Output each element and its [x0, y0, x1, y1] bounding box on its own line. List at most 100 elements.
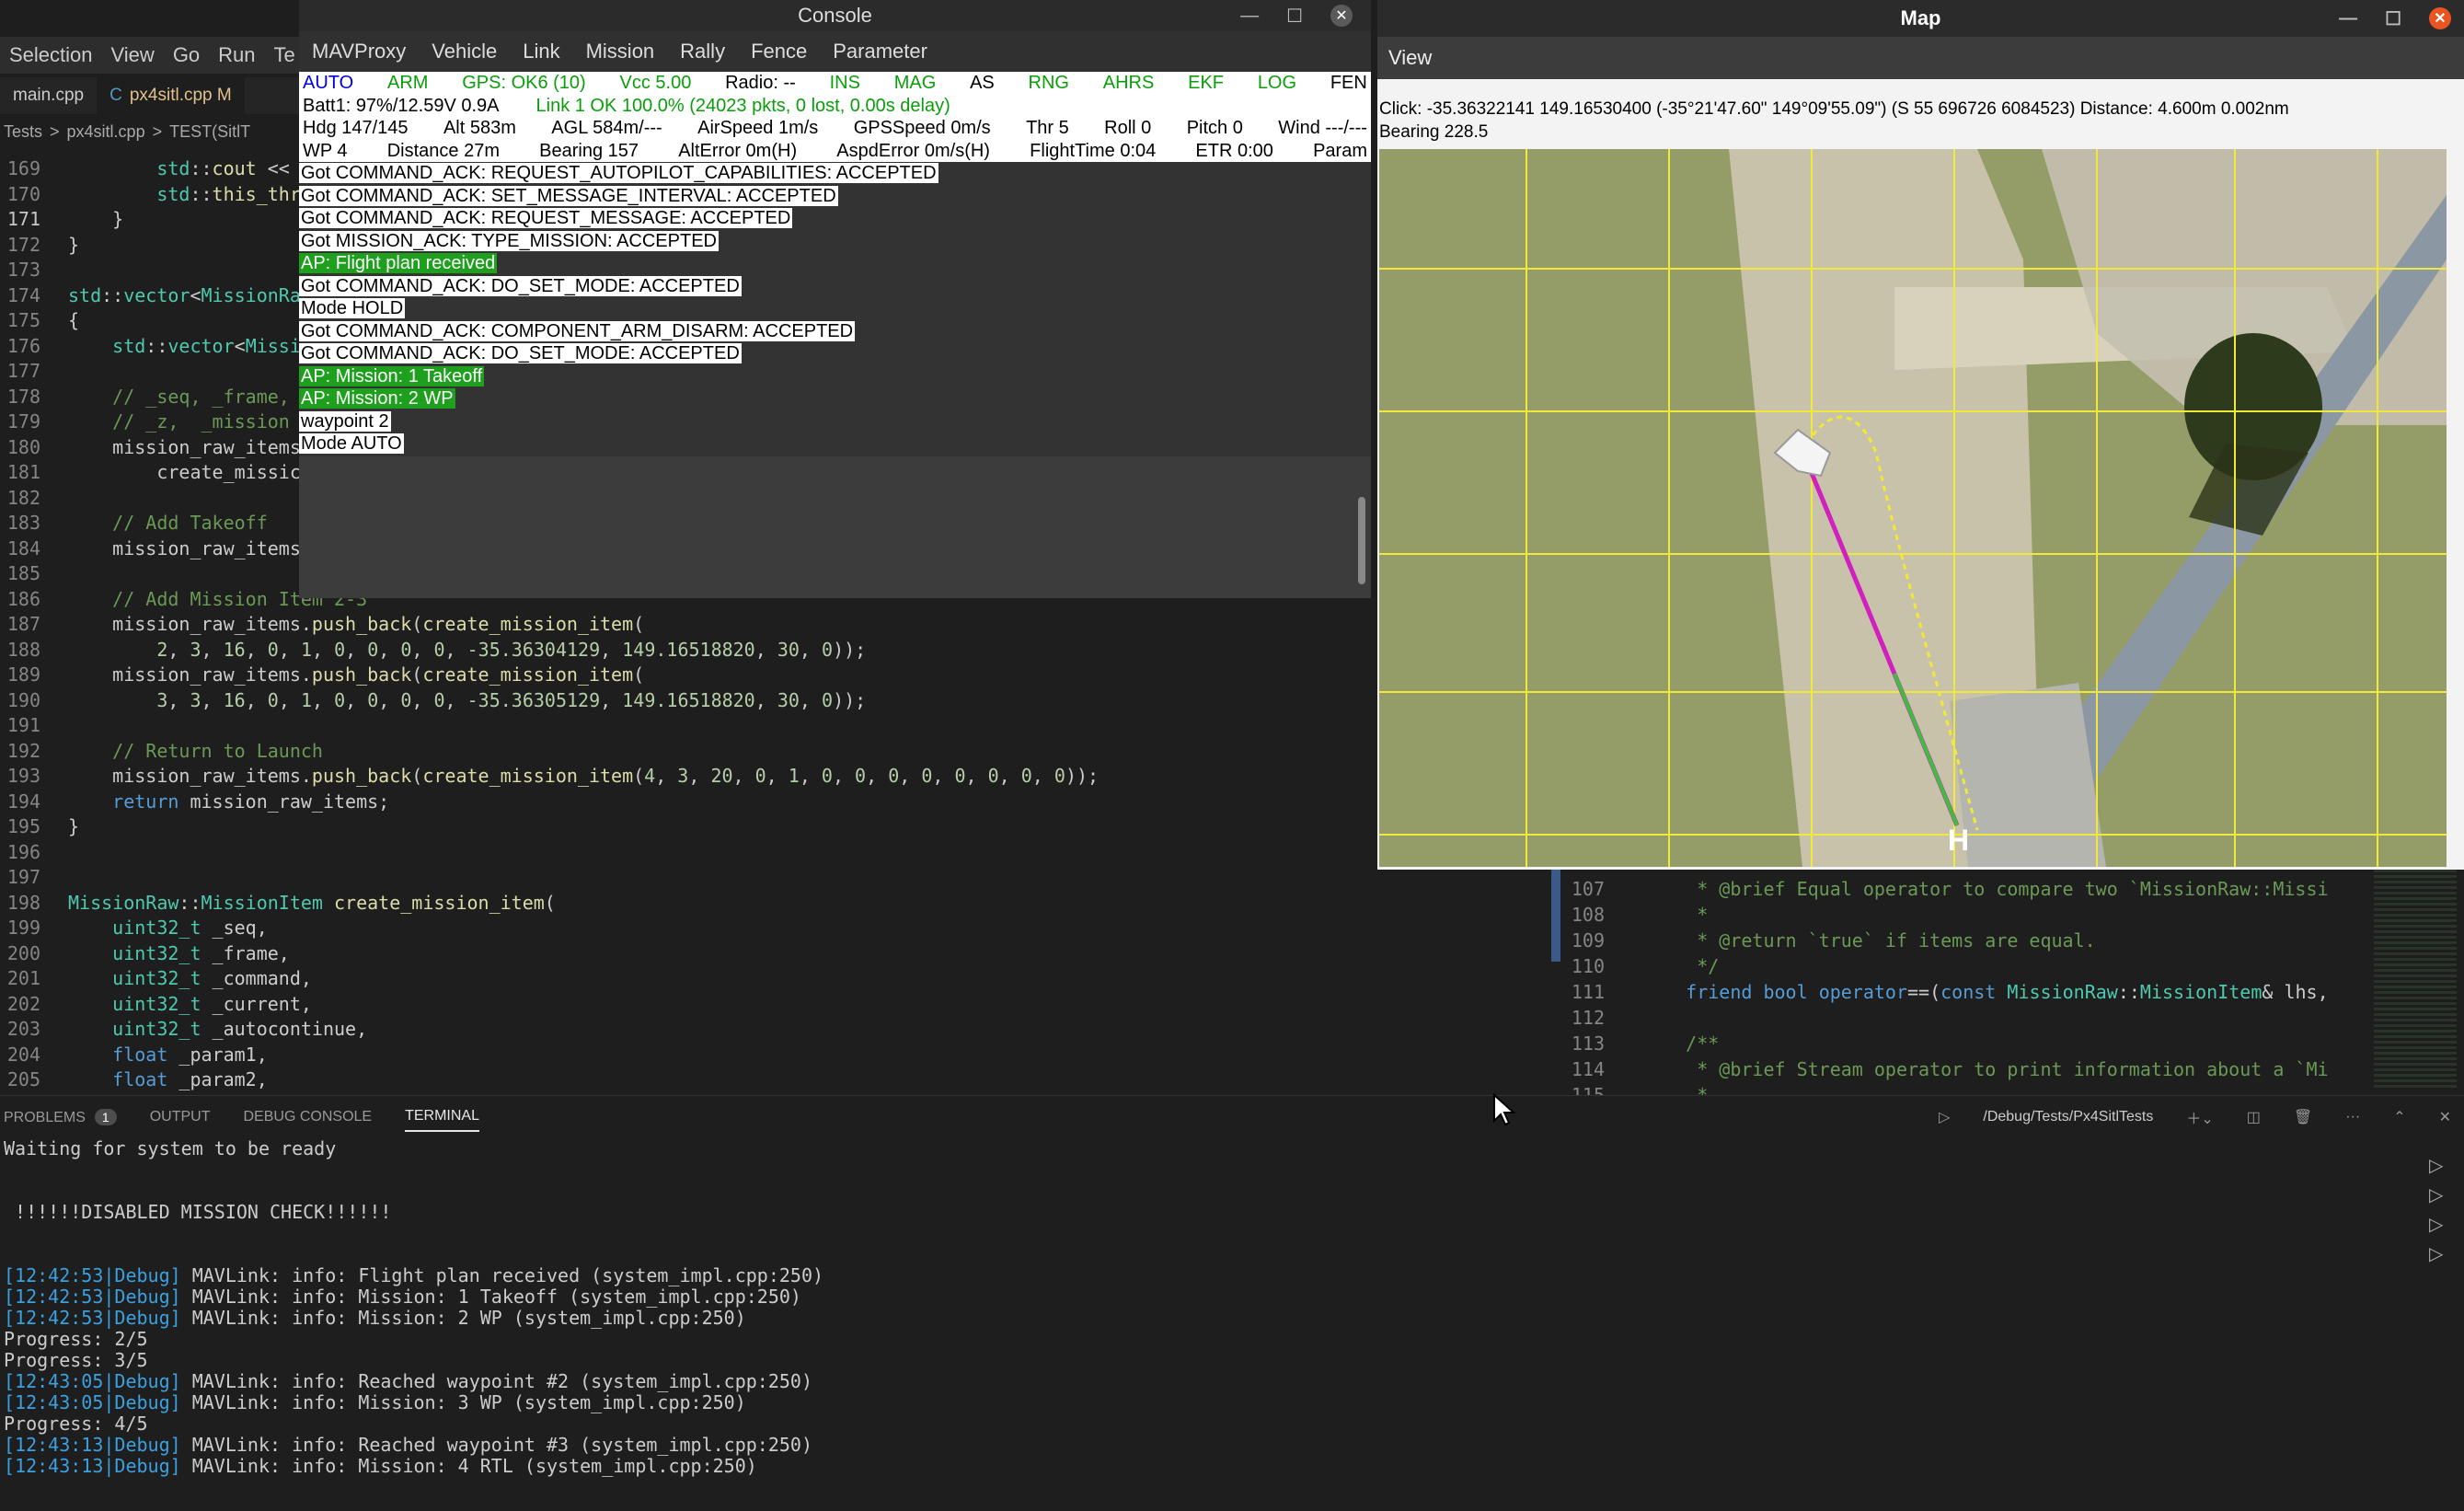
message-text: AP: Flight plan received [299, 253, 498, 273]
map-menu-view[interactable]: View [1377, 37, 2464, 79]
menu-item[interactable]: View [102, 43, 164, 67]
message-text: Got COMMAND_ACK: REQUEST_MESSAGE: ACCEPT… [299, 208, 793, 228]
menu-item[interactable]: Run [209, 43, 264, 67]
status-field: Alt 583m [443, 118, 516, 138]
breadcrumb-item[interactable]: Tests [4, 122, 42, 142]
close-icon[interactable]: ✕ [1330, 5, 1353, 27]
tab-px4sitl-cpp[interactable]: Cpx4sitl.cpp M [97, 77, 245, 114]
minimize-icon[interactable]: — [2339, 8, 2357, 29]
minimize-icon[interactable]: — [1240, 6, 1259, 27]
line-number: 187 [6, 613, 40, 635]
line-number: 177 [6, 360, 40, 382]
satellite-map[interactable]: H [1379, 149, 2447, 867]
editor-scrollbar[interactable] [1551, 870, 1560, 962]
line-text: create_missic [68, 461, 301, 483]
maximize-icon[interactable]: ☐ [2385, 7, 2401, 30]
line-text: float _param2, [112, 1068, 268, 1090]
terminal-line: [12:43:05|Debug] MAVLink: info: Reached … [4, 1371, 2464, 1392]
menu-item[interactable]: Go [164, 43, 209, 67]
log-text: MAVLink: info: Flight plan received (sys… [180, 1264, 824, 1286]
terminal-line: [12:43:05|Debug] MAVLink: info: Mission:… [4, 1392, 2464, 1413]
line-text: // Add Takeoff [68, 512, 268, 534]
line-text: friend bool operator==(const MissionRaw:… [1686, 981, 2329, 1003]
code-line: 198 MissionRaw::MissionItem create_missio… [0, 891, 1564, 917]
console-menu-item[interactable]: Mission [573, 40, 668, 63]
line-text: /** [1641, 1032, 1720, 1055]
log-text: MAVLink: info: Mission: 3 WP (system_imp… [180, 1391, 746, 1413]
line-text: std::vector<MissionRa [68, 283, 301, 306]
message-text: Got COMMAND_ACK: COMPONENT_ARM_DISARM: A… [299, 320, 856, 341]
status-indicator: AHRS [1102, 73, 1155, 93]
status-field: Roll 0 [1104, 118, 1152, 138]
tab-main-cpp[interactable]: main.cpp [0, 77, 97, 114]
line-number: 184 [6, 536, 40, 559]
map-titlebar: Map — ☐ ✕ [1377, 0, 2464, 37]
tab-output[interactable]: OUTPUT [150, 1109, 211, 1125]
line-number: 200 [6, 941, 40, 964]
home-marker: H [1948, 824, 1969, 857]
line-text: 3, 3, 16, 0, 1, 0, 0, 0, 0, -35.36305129… [156, 688, 867, 711]
console-title: Console [798, 4, 872, 27]
chevron-up-icon[interactable]: ⌃ [2393, 1108, 2405, 1126]
line-number: 185 [6, 562, 40, 584]
terminal-list: ▷ ▷ ▷ ▷ [2429, 1151, 2455, 1269]
console-message: AP: Mission: 2 WP [299, 387, 1371, 410]
terminal-line: !!!!!!DISABLED MISSION CHECK!!!!!! [4, 1201, 392, 1223]
terminal-line: Progress: 4/5 [4, 1413, 148, 1435]
console-scrollbar[interactable] [1358, 497, 1365, 584]
console-menu-item[interactable]: MAVProxy [299, 40, 419, 63]
log-prefix: [12:43:05|Debug] [4, 1391, 181, 1413]
more-icon[interactable]: ··· [2345, 1109, 2360, 1125]
tab-problems[interactable]: PROBLEMS 1 [4, 1108, 117, 1126]
line-number: 110 [1571, 955, 1605, 977]
tab-debug-console[interactable]: DEBUG CONSOLE [244, 1109, 373, 1125]
terminal-output[interactable]: Waiting for system to be ready !!!!!!DIS… [0, 1138, 2464, 1477]
console-menu-item[interactable]: Fence [738, 40, 820, 63]
terminal-icon[interactable]: ▷ [2429, 1181, 2455, 1210]
add-terminal-icon[interactable]: ＋⌄ [2186, 1106, 2213, 1128]
line-text: mission_raw_items.push_back(create_missi… [68, 765, 1100, 787]
status-field: Param [1313, 140, 1367, 161]
line-text: } [68, 233, 80, 256]
line-number: 191 [6, 714, 40, 736]
log-text: MAVLink: info: Reached waypoint #3 (syst… [180, 1434, 812, 1456]
maximize-icon[interactable]: ☐ [1286, 5, 1303, 28]
breadcrumb-item[interactable]: TEST(SitlT [169, 122, 250, 142]
line-text: // _z, _mission [68, 410, 290, 433]
line-number: 204 [6, 1043, 40, 1066]
console-messages[interactable]: Got COMMAND_ACK: REQUEST_AUTOPILOT_CAPAB… [299, 162, 1371, 456]
close-icon[interactable]: ✕ [2439, 1108, 2451, 1126]
status-field: GPSSpeed 0m/s [853, 118, 991, 138]
line-text: * @brief Stream operator to print inform… [1641, 1058, 2329, 1080]
trash-icon[interactable]: 🗑 [2294, 1108, 2312, 1126]
split-icon[interactable]: ◫ [2247, 1108, 2261, 1126]
line-number: 170 [6, 182, 40, 205]
code-line: 205 float _param2, [0, 1067, 1564, 1093]
console-window: Console — ☐ ✕ MAVProxy Vehicle Link Mission… [299, 0, 1371, 598]
breadcrumb: Tests > px4sitl.cpp > TEST(SitlT [0, 118, 304, 145]
console-menu-item[interactable]: Link [510, 40, 572, 63]
terminal-line: [12:43:13|Debug] MAVLink: info: Mission:… [4, 1456, 2464, 1477]
console-menu-item[interactable]: Vehicle [419, 40, 510, 63]
menu-item[interactable]: Selection [0, 43, 102, 67]
breadcrumb-item[interactable]: px4sitl.cpp [67, 122, 145, 142]
breadcrumb-item[interactable]: > [153, 122, 163, 142]
code-line: 194 return mission_raw_items; [0, 790, 1564, 815]
message-text: AP: Reached waypoint #2 [299, 456, 514, 457]
line-number: 193 [6, 765, 40, 787]
line-text: */ [1641, 955, 1720, 977]
header-editor[interactable]: 107 * @brief Equal operator to compare t… [1564, 870, 2355, 1106]
terminal-icon[interactable]: ▷ [2429, 1210, 2455, 1240]
console-menu-item[interactable]: Rally [667, 40, 738, 63]
tab-terminal[interactable]: TERMINAL [405, 1108, 479, 1132]
breadcrumb-item[interactable]: > [50, 122, 60, 142]
close-icon[interactable]: ✕ [2429, 7, 2451, 29]
terminal-icon[interactable]: ▷ [2429, 1240, 2455, 1269]
line-text: uint32_t _command, [112, 967, 312, 989]
click-coords: Click: -35.36322141 149.16530400 (-35°21… [1379, 99, 2289, 119]
console-menu-item[interactable]: Parameter [820, 40, 940, 63]
terminal-icon[interactable]: ▷ [2429, 1151, 2455, 1181]
log-prefix: [12:42:53|Debug] [4, 1286, 181, 1308]
